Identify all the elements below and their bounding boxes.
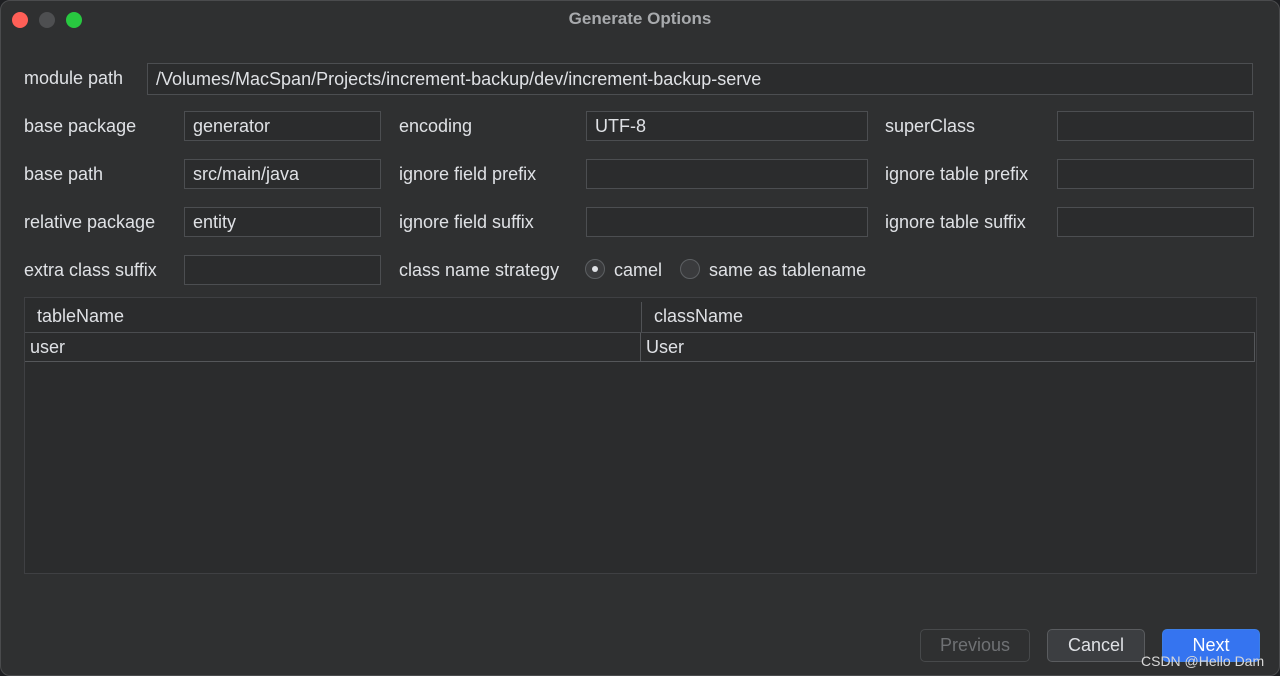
module-path-label: module path — [24, 68, 124, 88]
ignore-field-suffix-input[interactable] — [586, 207, 868, 237]
relative-package-input[interactable] — [184, 207, 381, 237]
superclass-input[interactable] — [1057, 111, 1254, 141]
module-path-input[interactable] — [147, 63, 1253, 95]
camel-radio[interactable] — [585, 259, 605, 279]
table-cell-classname[interactable]: User — [641, 333, 1253, 361]
superclass-label: superClass — [885, 116, 976, 136]
mapping-table: tableName className user User — [24, 297, 1257, 574]
encoding-input[interactable] — [586, 111, 868, 141]
watermark-text: CSDN @Hello Dam — [1141, 653, 1265, 669]
ignore-table-prefix-input[interactable] — [1057, 159, 1254, 189]
ignore-field-prefix-input[interactable] — [586, 159, 868, 189]
same-as-tablename-radio[interactable] — [680, 259, 700, 279]
cancel-button[interactable]: Cancel — [1047, 629, 1145, 662]
relative-package-label: relative package — [24, 212, 156, 232]
extra-class-suffix-input[interactable] — [184, 255, 381, 285]
base-path-input[interactable] — [184, 159, 381, 189]
table-row[interactable]: user User — [25, 332, 1255, 362]
generate-options-dialog: Generate Options module path base packag… — [0, 0, 1280, 676]
same-as-tablename-radio-label[interactable]: same as tablename — [709, 259, 866, 281]
class-name-strategy-label: class name strategy — [399, 260, 560, 280]
ignore-field-suffix-label: ignore field suffix — [399, 212, 534, 232]
camel-radio-label[interactable]: camel — [614, 259, 662, 281]
ignore-table-suffix-input[interactable] — [1057, 207, 1254, 237]
title-bar: Generate Options — [1, 1, 1279, 39]
table-cell-tablename[interactable]: user — [25, 333, 640, 361]
extra-class-suffix-label: extra class suffix — [24, 260, 157, 280]
previous-button[interactable]: Previous — [920, 629, 1030, 662]
window-title: Generate Options — [568, 9, 712, 28]
ignore-table-prefix-label: ignore table prefix — [885, 164, 1029, 184]
base-package-label: base package — [24, 116, 137, 136]
base-package-input[interactable] — [184, 111, 381, 141]
base-path-label: base path — [24, 164, 104, 184]
encoding-label: encoding — [399, 116, 473, 136]
ignore-table-suffix-label: ignore table suffix — [885, 212, 1026, 232]
ignore-field-prefix-label: ignore field prefix — [399, 164, 537, 184]
column-header-classname[interactable]: className — [642, 298, 1256, 332]
column-header-tablename[interactable]: tableName — [25, 298, 641, 332]
